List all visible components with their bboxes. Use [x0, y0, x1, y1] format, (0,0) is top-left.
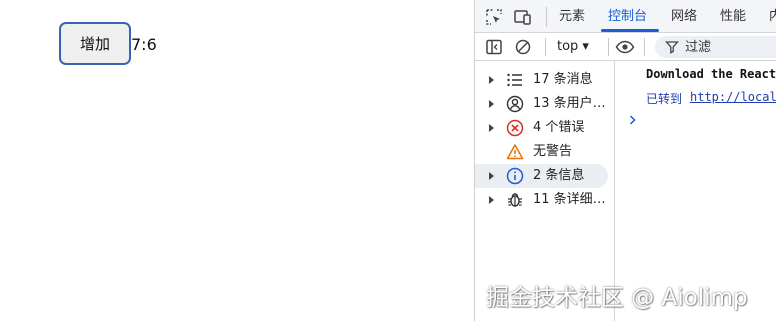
tab-elements[interactable]: 元素: [559, 0, 585, 33]
expand-arrow-icon[interactable]: [489, 76, 494, 84]
sidebar-item-warnings[interactable]: 无警告: [475, 140, 614, 164]
expand-arrow-icon[interactable]: [489, 100, 494, 108]
list-icon: [505, 70, 525, 90]
clear-console-icon[interactable]: [513, 37, 533, 57]
sidebar-toggle-icon[interactable]: [484, 37, 504, 57]
expand-arrow-icon[interactable]: [489, 172, 494, 180]
tab-performance[interactable]: 性能: [720, 0, 746, 33]
tab-memory[interactable]: 内: [769, 0, 776, 33]
bug-icon: [505, 190, 525, 210]
sidebar-item-errors[interactable]: 4 个错误: [475, 116, 614, 140]
filter-input[interactable]: [685, 36, 775, 58]
tab-bar-divider: [546, 7, 547, 27]
sidebar-item-messages[interactable]: 17 条消息: [475, 68, 614, 92]
sidebar-item-label: 11 条详细…: [533, 192, 606, 207]
active-tab-indicator: [601, 29, 659, 32]
info-icon: [505, 166, 525, 186]
sidebar-item-label: 17 条消息: [533, 72, 593, 87]
sidebar-item-label: 无警告: [533, 144, 573, 159]
tab-network[interactable]: 网络: [671, 0, 697, 33]
navigation-message-prefix: 已转到: [646, 92, 683, 106]
sidebar-item-label: 4 个错误: [533, 120, 585, 135]
sidebar-item-info[interactable]: 2 条信息: [475, 164, 608, 188]
expand-arrow-icon[interactable]: [489, 196, 494, 204]
user-icon: [505, 94, 525, 114]
error-icon: [505, 118, 525, 138]
toolbar-divider: [644, 38, 645, 56]
watermark-text: 掘金技术社区 @ Aiolimp: [486, 285, 748, 311]
sidebar-item-label: 13 条用户…: [533, 96, 606, 111]
add-button[interactable]: 增加: [59, 22, 131, 65]
device-toolbar-icon[interactable]: [513, 7, 533, 27]
expand-arrow-icon[interactable]: [489, 124, 494, 132]
console-toolbar: top ▾: [475, 33, 776, 61]
devtools-tab-bar: 元素 控制台 网络 性能 内: [475, 0, 776, 33]
live-expression-eye-icon[interactable]: [615, 37, 635, 57]
devtools-panel: 元素 控制台 网络 性能 内 top ▾ 过滤 17 条消息 13 条用户… 4…: [474, 0, 776, 321]
sidebar-item-user-messages[interactable]: 13 条用户…: [475, 92, 614, 116]
inspect-element-icon[interactable]: [484, 7, 504, 27]
sidebar-item-label: 2 条信息: [533, 168, 585, 183]
toolbar-divider: [608, 38, 609, 56]
counter-text: 7:6: [131, 35, 157, 54]
page-viewport: 增加 7:6: [0, 0, 474, 321]
warning-icon: [505, 142, 525, 162]
console-prompt-chevron-icon[interactable]: [626, 113, 640, 127]
context-selector[interactable]: top ▾: [557, 37, 589, 57]
filter-icon: [665, 41, 679, 54]
sidebar-item-verbose[interactable]: 11 条详细…: [475, 188, 614, 212]
console-message: Download the React: [646, 67, 776, 81]
filter-box: [655, 36, 776, 58]
navigation-url-link[interactable]: http://local: [690, 90, 776, 104]
toolbar-divider: [545, 38, 546, 56]
